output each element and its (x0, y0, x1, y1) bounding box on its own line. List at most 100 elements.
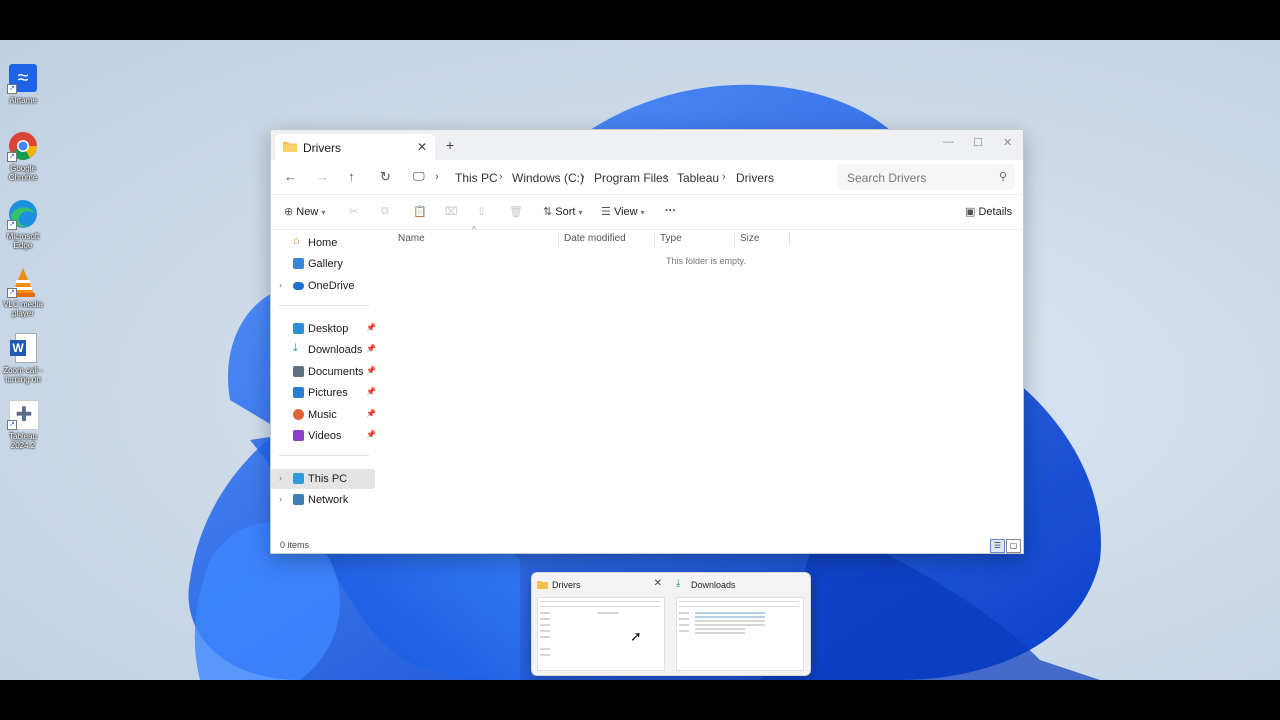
thumbnail-preview (537, 597, 665, 671)
desktop-icon-vlc[interactable]: ↗ VLC media player (2, 266, 44, 318)
tab-title: Drivers (303, 141, 341, 155)
column-header-type[interactable]: Type (660, 233, 682, 244)
sidebar-item-label: OneDrive (308, 280, 355, 292)
details-view-icon[interactable]: ☰ (990, 539, 1005, 553)
chevron-right-icon[interactable]: › (279, 280, 282, 290)
thumbnail-drivers[interactable]: Drivers ✕ (532, 573, 666, 675)
paste-icon[interactable]: 📋 (413, 205, 427, 218)
thumbnail-downloads[interactable]: ⤓ Downloads (671, 573, 805, 675)
breadcrumb-this-pc[interactable]: This PC (455, 171, 498, 185)
desktop-icon-label: Zoom call - turning on (3, 366, 43, 384)
breadcrumb-tableau[interactable]: Tableau (677, 171, 719, 185)
desktop-icon-label: Microsoft Edge (6, 232, 40, 250)
up-icon[interactable]: ↑ (348, 169, 355, 184)
tiles-view-icon[interactable]: ▢ (1006, 539, 1021, 553)
airtame-icon: ≈ ↗ (7, 62, 39, 94)
back-icon[interactable]: ← (284, 169, 297, 184)
desktop-icon-chrome[interactable]: ↗ Google Chrome (2, 130, 44, 182)
desktop-icon-word-doc[interactable]: W Zoom call - turning on (2, 332, 44, 384)
details-button[interactable]: ▣ Details (965, 205, 1012, 218)
refresh-icon[interactable]: ↻ (380, 169, 391, 185)
sidebar-item-label: Network (308, 494, 349, 506)
search-input[interactable]: Search Drivers ⚲ (837, 164, 1015, 190)
copy-icon[interactable]: ⧉ (381, 205, 389, 218)
folder-icon (537, 581, 548, 589)
chevron-right-icon: › (722, 171, 726, 183)
cloud-icon (293, 282, 304, 290)
sort-caret-icon: ^ (472, 225, 476, 234)
pin-icon: 📌 (366, 430, 376, 439)
divider (279, 455, 369, 456)
maximize-button[interactable]: ☐ (973, 136, 983, 149)
sidebar-item-pictures[interactable]: Pictures 📌 (271, 383, 376, 403)
computer-icon (293, 473, 304, 484)
pin-icon: 📌 (366, 344, 376, 353)
column-header-name[interactable]: Name (398, 233, 425, 244)
pin-icon: 📌 (366, 409, 376, 418)
desktop: ≈ ↗ Airtame ↗ Google Chrome ↗ Microsoft … (0, 40, 1280, 680)
title-bar: Drivers ✕ + — ☐ ✕ (271, 130, 1023, 160)
breadcrumb-drivers[interactable]: Drivers (736, 171, 774, 185)
address-bar[interactable]: 🖵 › This PC › Windows (C:) › Program Fil… (409, 164, 829, 190)
monitor-icon: 🖵 (413, 169, 425, 183)
chevron-down-icon: ▾ (321, 208, 326, 217)
plus-circle-icon: ⊕ (284, 206, 294, 218)
sidebar-item-onedrive[interactable]: › OneDrive (271, 276, 375, 296)
share-icon[interactable]: ⇪ (477, 205, 486, 218)
file-explorer-window: Drivers ✕ + — ☐ ✕ ← → ↑ ↻ 🖵 › This PC › … (270, 129, 1024, 554)
desktop-icon-tableau[interactable]: ✚ ↗ Tableau 2024.2 (2, 398, 44, 450)
sidebar-item-desktop[interactable]: Desktop 📌 (271, 319, 376, 339)
sort-button-label: Sort (555, 206, 576, 218)
pin-icon: 📌 (366, 323, 376, 332)
sidebar-item-documents[interactable]: Documents 📌 (271, 362, 376, 382)
navigation-pane: ⌂ Home Gallery › OneDrive Desktop 📌 ⤓ Do… (271, 228, 377, 538)
sidebar-item-gallery[interactable]: Gallery (271, 254, 375, 274)
tab-drivers[interactable]: Drivers ✕ (275, 134, 435, 160)
pictures-icon (293, 387, 304, 398)
column-header-size[interactable]: Size (740, 233, 759, 244)
desktop-icon-label: VLC media player (3, 300, 43, 318)
rename-icon[interactable]: ⌧ (445, 205, 458, 218)
desktop-icon-label: Google Chrome (8, 164, 38, 182)
view-button[interactable]: ☰ View ▾ (601, 205, 645, 218)
tab-close-button[interactable]: ✕ (417, 140, 427, 154)
sort-button[interactable]: ⇅ Sort ▾ (543, 205, 583, 218)
delete-icon[interactable]: 🗑 (509, 205, 523, 218)
details-button-label: Details (978, 206, 1013, 218)
sidebar-item-downloads[interactable]: ⤓ Downloads 📌 (271, 340, 376, 360)
sidebar-item-label: Gallery (308, 258, 343, 270)
sidebar-item-label: Documents (308, 366, 364, 378)
column-header-date-modified[interactable]: Date modified (564, 233, 626, 244)
document-icon (293, 366, 304, 377)
chevron-right-icon[interactable]: › (279, 473, 282, 483)
desktop-folder-icon (293, 323, 304, 334)
close-button[interactable]: ✕ (1003, 136, 1012, 149)
sidebar-item-music[interactable]: Music 📌 (271, 405, 376, 425)
taskbar-thumbnail-popup: Drivers ✕ ⤓ Downloads (531, 572, 811, 676)
breadcrumb-program-files[interactable]: Program Files (594, 171, 669, 185)
forward-icon[interactable]: → (316, 169, 329, 184)
sidebar-item-videos[interactable]: Videos 📌 (271, 426, 376, 446)
empty-folder-message: This folder is empty. (666, 256, 746, 266)
chevron-right-icon: › (499, 171, 503, 183)
minimize-button[interactable]: — (943, 136, 954, 148)
chevron-right-icon[interactable]: › (279, 494, 282, 504)
new-tab-button[interactable]: + (446, 137, 454, 153)
sidebar-item-home[interactable]: ⌂ Home (271, 233, 375, 253)
more-options-button[interactable]: ··· (665, 205, 676, 217)
chevron-right-icon: › (581, 171, 585, 183)
cut-icon[interactable]: ✂ (349, 205, 358, 218)
video-letterbox-top (0, 0, 1280, 40)
sidebar-item-network[interactable]: › Network (271, 490, 375, 510)
pin-icon: 📌 (366, 366, 376, 375)
desktop-icon-edge[interactable]: ↗ Microsoft Edge (2, 198, 44, 250)
status-bar: 0 items ☰ ▢ (271, 538, 1023, 553)
sidebar-item-this-pc[interactable]: › This PC (271, 469, 375, 489)
sidebar-item-label: Music (308, 409, 337, 421)
breadcrumb-windows-c[interactable]: Windows (C:) (512, 171, 584, 185)
view-button-label: View (613, 206, 638, 218)
desktop-icon-airtame[interactable]: ≈ ↗ Airtame (2, 62, 44, 105)
new-button[interactable]: ⊕ New ▾ (284, 205, 325, 218)
gallery-icon (293, 258, 304, 269)
thumbnail-close-button[interactable]: ✕ (654, 578, 662, 589)
